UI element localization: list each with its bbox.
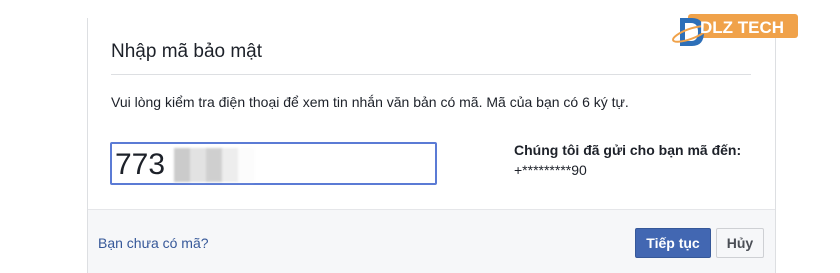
watermark-brand-text: DLZ TECH: [700, 18, 785, 37]
cancel-button[interactable]: Hủy: [716, 228, 764, 258]
sent-to-label: Chúng tôi đã gửi cho bạn mã đến:: [514, 142, 742, 158]
dialog-title: Nhập mã bảo mật: [111, 41, 263, 62]
security-code-dialog: Nhập mã bảo mật Vui lòng kiểm tra điện t…: [87, 18, 776, 273]
no-code-link[interactable]: Bạn chưa có mã?: [98, 235, 209, 251]
blurred-code-digits: [174, 148, 254, 182]
continue-button[interactable]: Tiếp tục: [635, 228, 711, 258]
title-divider: [111, 74, 751, 75]
masked-phone-number: +*********90: [514, 162, 587, 178]
security-code-input[interactable]: [110, 142, 437, 185]
dialog-footer: Bạn chưa có mã? Tiếp tục Hủy: [88, 209, 775, 273]
dlz-tech-watermark: DLZ TECH: [670, 12, 800, 52]
instruction-text: Vui lòng kiểm tra điện thoại để xem tin …: [111, 94, 629, 110]
